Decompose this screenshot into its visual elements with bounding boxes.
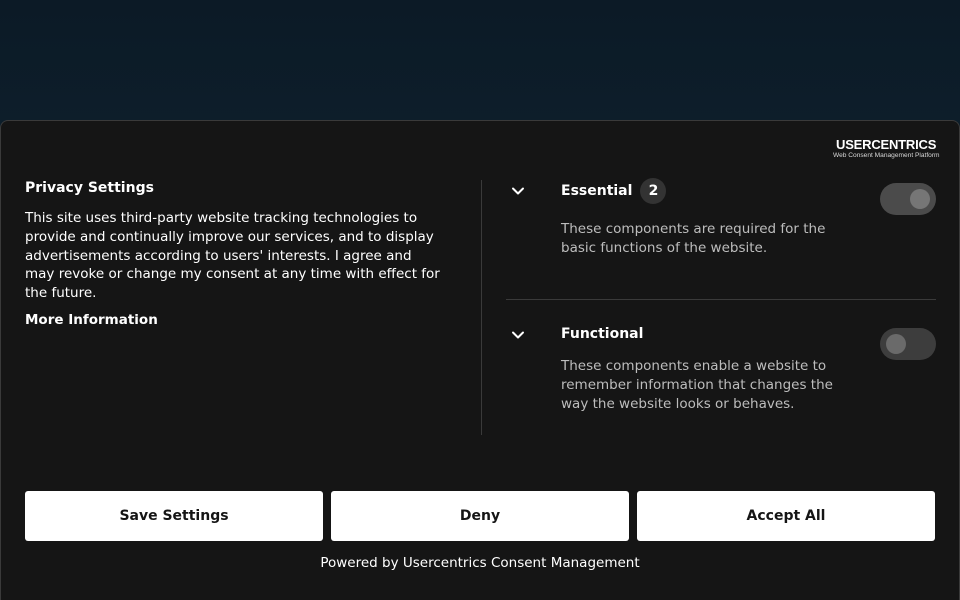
category-description: These components enable a website to rem… xyxy=(561,358,833,412)
accept-all-button[interactable]: Accept All xyxy=(637,491,935,541)
privacy-description: This site uses third-party website track… xyxy=(25,210,440,302)
consent-banner: USERCENTRICS Web Consent Management Plat… xyxy=(0,120,960,600)
functional-toggle[interactable] xyxy=(880,328,936,360)
save-settings-button[interactable]: Save Settings xyxy=(25,491,323,541)
privacy-settings-title: Privacy Settings xyxy=(25,180,154,196)
category-name: Functional xyxy=(561,326,644,342)
deny-button[interactable]: Deny xyxy=(331,491,629,541)
toggle-knob xyxy=(910,189,930,209)
category-essential: Essential 2 These components are require… xyxy=(506,178,936,300)
action-buttons: Save Settings Deny Accept All xyxy=(25,491,936,541)
logo-tagline: Web Consent Management Platform xyxy=(833,152,940,159)
intro-section: Privacy Settings This site uses third-pa… xyxy=(25,179,445,328)
category-header: Functional xyxy=(561,321,643,347)
chevron-down-icon[interactable] xyxy=(511,328,525,342)
toggle-knob xyxy=(886,334,906,354)
chevron-down-icon[interactable] xyxy=(511,184,525,198)
logo-row: USERCENTRICS xyxy=(833,138,936,151)
category-description: These components are required for the ba… xyxy=(561,221,826,256)
powered-by-text: Powered by Usercentrics Consent Manageme… xyxy=(320,555,640,571)
usercentrics-logo: USERCENTRICS Web Consent Management Plat… xyxy=(833,138,940,162)
section-divider xyxy=(481,180,482,435)
page-backdrop xyxy=(0,0,960,121)
category-header: Essential 2 xyxy=(561,178,667,204)
more-information-link[interactable]: More Information xyxy=(25,312,158,328)
essential-toggle xyxy=(880,183,936,215)
category-name: Essential xyxy=(561,183,633,199)
service-count-badge: 2 xyxy=(640,178,667,204)
logo-wordmark: USERCENTRICS xyxy=(836,137,937,152)
